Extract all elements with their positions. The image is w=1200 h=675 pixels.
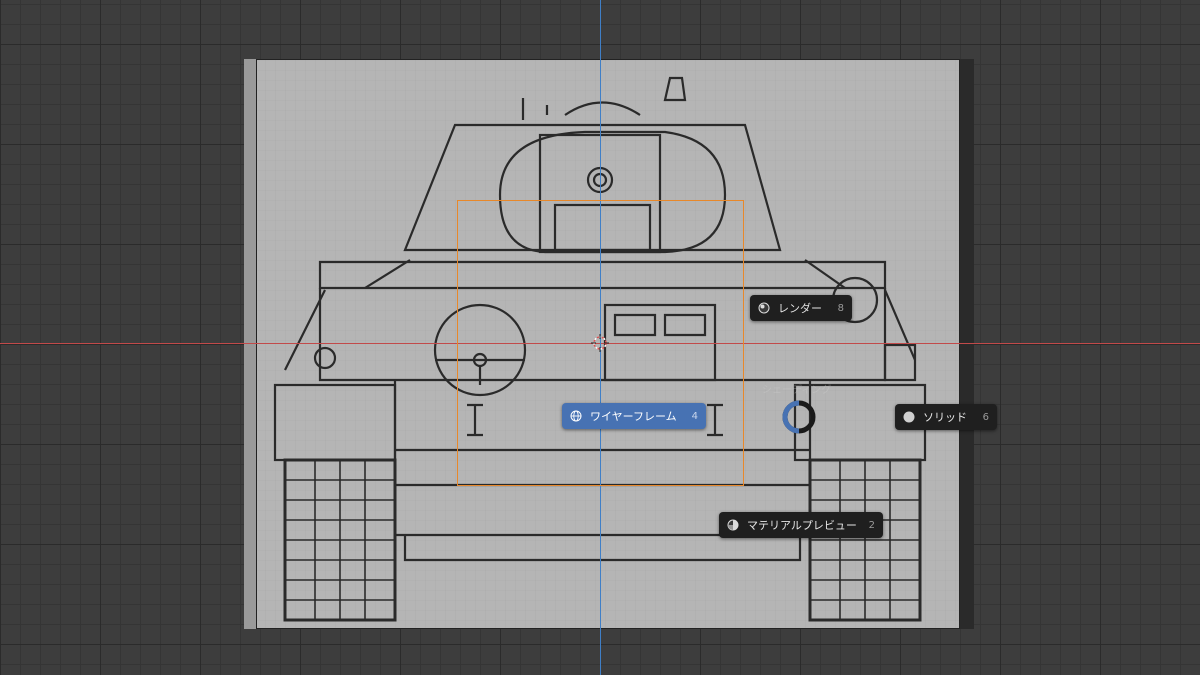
pie-item-render-label: レンダー xyxy=(778,302,822,315)
pie-item-solid-key: 6 xyxy=(982,411,989,423)
pie-item-material-preview[interactable]: マテリアルプレビュー 2 xyxy=(719,512,883,538)
material-sphere-icon xyxy=(727,519,739,531)
image-left-edge xyxy=(244,59,257,629)
rendered-sphere-icon xyxy=(758,302,770,314)
pie-item-wireframe-label: ワイヤーフレーム xyxy=(590,410,677,423)
pie-item-solid-label: ソリッド xyxy=(923,411,967,424)
pie-item-wireframe[interactable]: ワイヤーフレーム 4 xyxy=(562,403,706,429)
solid-sphere-icon xyxy=(903,411,915,423)
3d-cursor-icon[interactable] xyxy=(591,334,609,352)
pie-item-material-preview-label: マテリアルプレビュー xyxy=(747,519,857,532)
pie-item-material-preview-key: 2 xyxy=(868,519,875,531)
pie-item-render[interactable]: レンダー 8 xyxy=(750,295,852,321)
image-right-edge xyxy=(960,59,974,629)
pie-item-render-key: 8 xyxy=(837,302,844,314)
wireframe-sphere-icon xyxy=(570,410,582,422)
pie-item-solid[interactable]: ソリッド 6 xyxy=(895,404,997,430)
pie-menu-title: シェーディング xyxy=(762,385,832,396)
pie-menu-center-indicator xyxy=(782,400,816,434)
pie-item-wireframe-key: 4 xyxy=(691,410,698,422)
